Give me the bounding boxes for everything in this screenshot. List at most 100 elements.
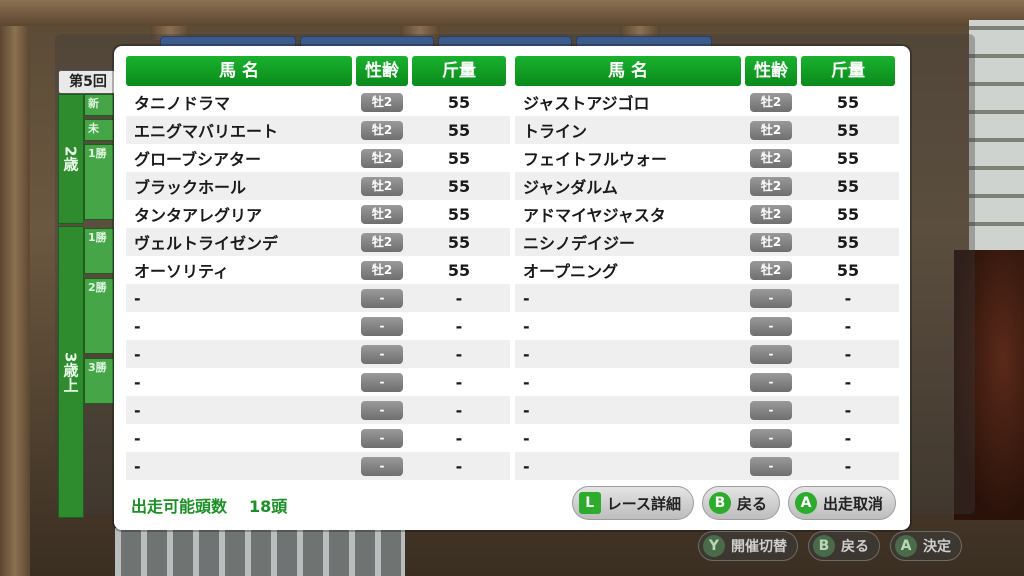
- table-row[interactable]: ---: [126, 396, 510, 424]
- horse-name: ニシノデイジー: [523, 234, 636, 253]
- table-row[interactable]: ---: [515, 284, 899, 312]
- sex-age-cell: -: [356, 428, 408, 448]
- table-row[interactable]: ---: [515, 396, 899, 424]
- sex-age-cell: -: [356, 456, 408, 476]
- horse-name: -: [523, 372, 530, 392]
- table-row[interactable]: ニシノデイジー 牡2 55: [515, 228, 899, 256]
- table-row[interactable]: ---: [515, 452, 899, 480]
- weight-cell: 55: [836, 176, 860, 196]
- sex-age-cell: 牡2: [745, 232, 797, 252]
- entry-count-value: 18頭: [249, 497, 288, 516]
- table-header: 馬 名 性齢 斤量: [515, 56, 899, 86]
- weight-cell: -: [844, 316, 852, 336]
- sex-age-badge: 牡2: [361, 120, 403, 140]
- table-row[interactable]: タンタアレグリア 牡2 55: [126, 200, 510, 228]
- sex-age-badge: 牡2: [750, 232, 792, 252]
- sex-age-cell: 牡2: [745, 120, 797, 140]
- sex-age-badge: -: [750, 372, 792, 392]
- horse-name: -: [134, 288, 141, 308]
- background-beam: [0, 0, 1024, 26]
- grade-cell: 3勝: [84, 358, 114, 404]
- table-body: タニノドラマ 牡2 55 エニグマバリエート 牡2 55 グローブシアター 牡2 55 ブラックホ…: [126, 88, 510, 480]
- cancel-entry-button[interactable]: A 出走取消: [787, 486, 896, 520]
- sex-age-badge: -: [750, 344, 792, 364]
- table-row[interactable]: タニノドラマ 牡2 55: [126, 88, 510, 116]
- cancel-entry-label: 出走取消: [822, 494, 883, 513]
- table-row[interactable]: グローブシアター 牡2 55: [126, 144, 510, 172]
- weight-cell: -: [455, 372, 463, 392]
- table-row[interactable]: ---: [126, 284, 510, 312]
- back-button[interactable]: B 戻る: [701, 486, 780, 520]
- grade-cell: 未: [84, 119, 114, 141]
- table-row[interactable]: フェイトフルウォー 牡2 55: [515, 144, 899, 172]
- horse-name: -: [134, 456, 141, 476]
- table-row[interactable]: ---: [126, 340, 510, 368]
- action-buttons: L レース詳細 B 戻る A 出走取消: [571, 486, 896, 520]
- weight-cell: 55: [836, 204, 860, 224]
- sex-age-cell: 牡2: [745, 204, 797, 224]
- entry-count: 出走可能頭数 18頭: [131, 493, 287, 517]
- horse-name: フェイトフルウォー: [523, 150, 668, 169]
- table-row[interactable]: エニグマバリエート 牡2 55: [126, 116, 510, 144]
- table-row[interactable]: ---: [515, 424, 899, 452]
- sex-age-badge: 牡2: [750, 92, 792, 112]
- race-details-button[interactable]: L レース詳細: [571, 486, 694, 520]
- weight-cell: -: [844, 428, 852, 448]
- table-row[interactable]: ブラックホール 牡2 55: [126, 172, 510, 200]
- l-button-icon: L: [578, 492, 601, 514]
- b-button-icon: B: [708, 492, 731, 514]
- weight-cell: 55: [836, 120, 860, 140]
- weight-cell: 55: [836, 148, 860, 168]
- weight-cell: -: [455, 316, 463, 336]
- table-body: ジャストアジゴロ 牡2 55 トライン 牡2 55 フェイトフルウォー 牡2 55 ジャンダルム牡…: [515, 88, 899, 480]
- table-row[interactable]: ---: [126, 312, 510, 340]
- table-row[interactable]: アドマイヤジャスタ 牡2 55: [515, 200, 899, 228]
- horse-name: -: [134, 372, 141, 392]
- sex-age-badge: -: [361, 344, 403, 364]
- table-row[interactable]: ---: [515, 312, 899, 340]
- header-name: 馬 名: [126, 56, 352, 86]
- table-row[interactable]: ---: [515, 340, 899, 368]
- horse-name: ブラックホール: [134, 178, 247, 197]
- weight-cell: 55: [447, 204, 471, 224]
- table-row[interactable]: ジャストアジゴロ 牡2 55: [515, 88, 899, 116]
- confirm-button[interactable]: A 決定: [890, 531, 962, 561]
- sex-age-cell: 牡2: [356, 260, 408, 280]
- sex-age-badge: -: [361, 316, 403, 336]
- entry-table-right: 馬 名 性齢 斤量 ジャストアジゴロ 牡2 55 トライン 牡2 55 フェイトフルウォー牡…: [515, 56, 899, 480]
- sex-age-badge: 牡2: [750, 260, 792, 280]
- horse-name: -: [523, 428, 530, 448]
- table-row[interactable]: ヴェルトライゼンデ 牡2 55: [126, 228, 510, 256]
- table-row[interactable]: ---: [126, 452, 510, 480]
- back-label: 戻る: [736, 494, 767, 513]
- entry-count-label: 出走可能頭数: [131, 497, 228, 516]
- weight-cell: 55: [447, 260, 471, 280]
- entry-list-dialog: 馬 名 性齢 斤量 タニノドラマ 牡2 55 エニグマバリエート 牡2 55 グローブシアタ…: [114, 46, 910, 530]
- footer-hints: Y 開催切替 B 戻る A 決定: [698, 531, 962, 561]
- header-name: 馬 名: [515, 56, 741, 86]
- sex-age-cell: 牡2: [745, 148, 797, 168]
- footer-back-button[interactable]: B 戻る: [808, 531, 880, 561]
- table-row[interactable]: ---: [126, 368, 510, 396]
- weight-cell: -: [455, 288, 463, 308]
- grade-cell: 1勝: [84, 144, 114, 220]
- age-group-2yo: 2歳: [58, 94, 84, 224]
- sex-age-cell: -: [745, 400, 797, 420]
- table-row[interactable]: トライン 牡2 55: [515, 116, 899, 144]
- table-row[interactable]: オーソリティ 牡2 55: [126, 256, 510, 284]
- sex-age-cell: -: [356, 372, 408, 392]
- background-beam: [0, 0, 30, 576]
- round-label: 第5回: [58, 70, 118, 94]
- header-weight: 斤量: [801, 56, 895, 86]
- sex-age-cell: 牡2: [356, 232, 408, 252]
- switch-meeting-button[interactable]: Y 開催切替: [698, 531, 798, 561]
- horse-name: アドマイヤジャスタ: [523, 206, 666, 225]
- table-row[interactable]: ---: [515, 368, 899, 396]
- horse-name: トライン: [523, 122, 588, 141]
- table-row[interactable]: ---: [126, 424, 510, 452]
- table-row[interactable]: ジャンダルム 牡2 55: [515, 172, 899, 200]
- horse-name: ジャンダルム: [523, 178, 618, 197]
- table-row[interactable]: オープニング 牡2 55: [515, 256, 899, 284]
- sex-age-cell: 牡2: [356, 92, 408, 112]
- sex-age-badge: 牡2: [361, 148, 403, 168]
